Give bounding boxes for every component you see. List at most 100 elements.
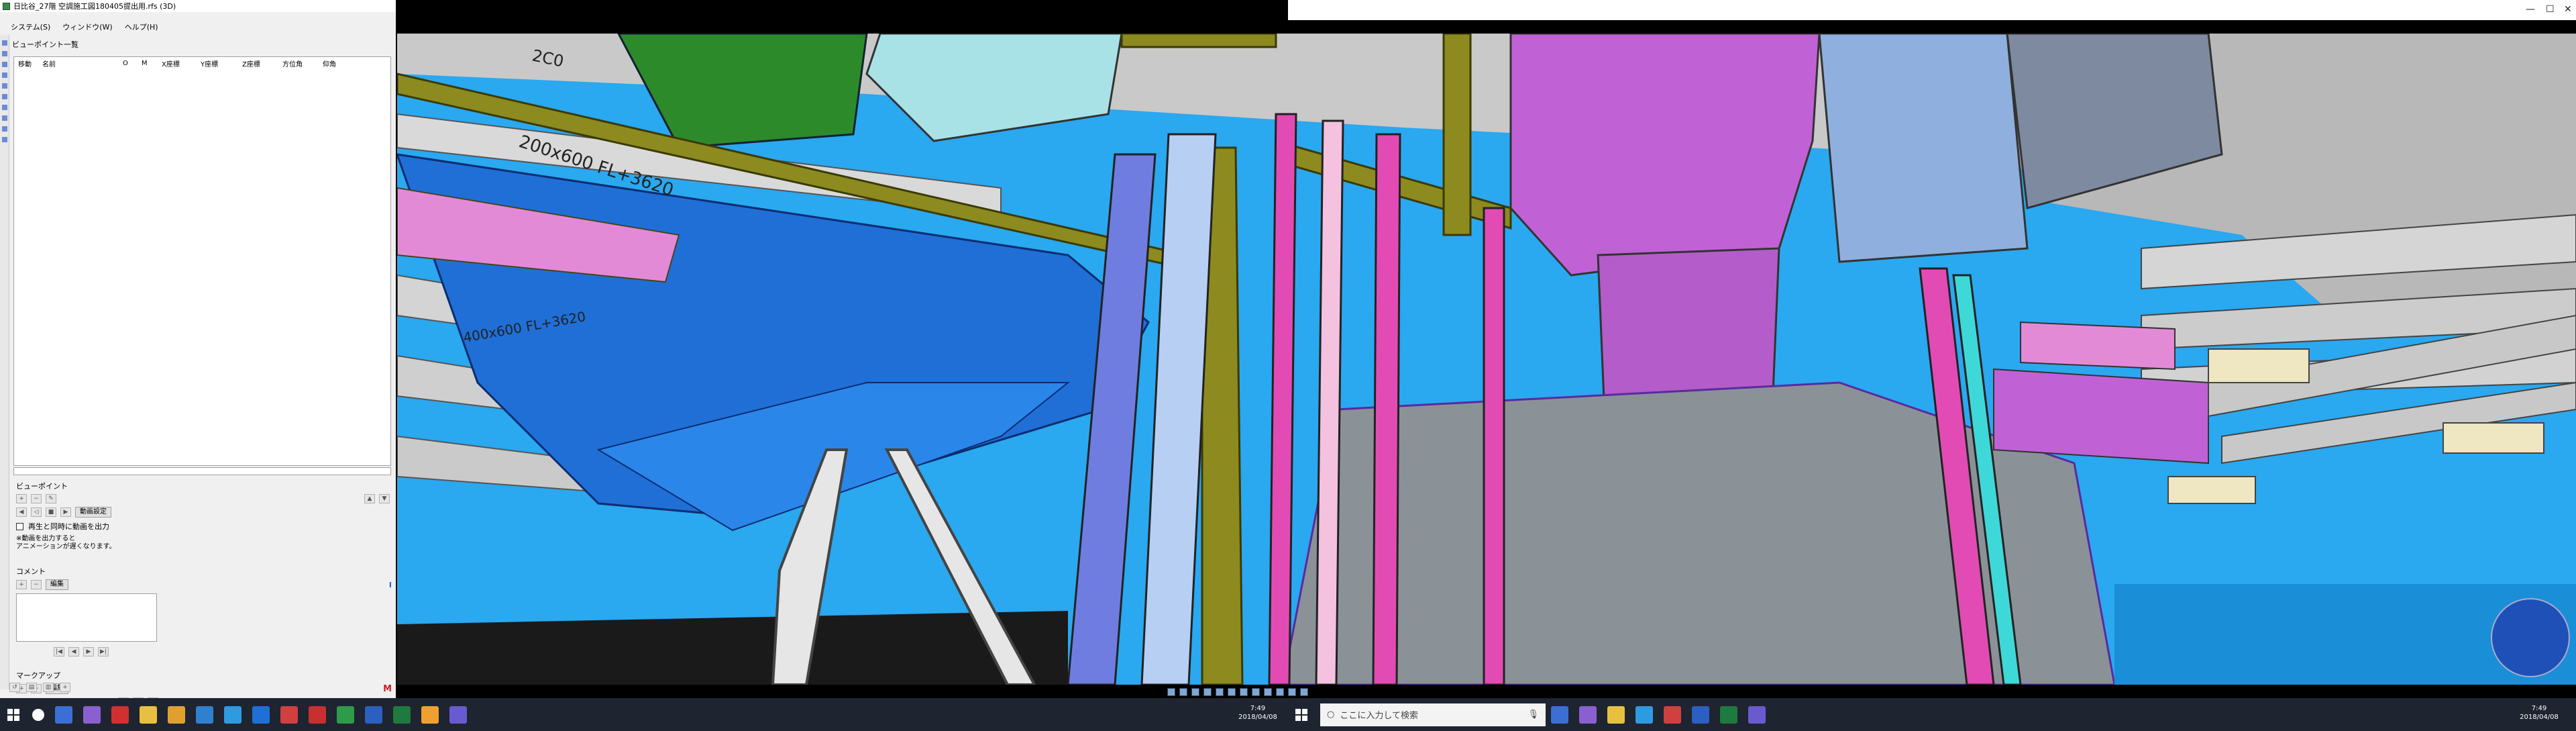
nav-icon[interactable] [1288,688,1296,696]
tool-icon[interactable] [1,40,7,46]
column-z[interactable]: Z座標 [242,58,282,68]
tool-a-icon[interactable]: ↺ [9,683,20,692]
tool-icon[interactable] [1,51,7,56]
taskbar-app-icon[interactable] [449,705,467,724]
clock-left[interactable]: 7:49 2018/04/08 [1234,704,1281,722]
tool-icon[interactable] [1,62,7,67]
column-x[interactable]: X座標 [162,58,201,68]
taskbar-app-icon[interactable] [1748,705,1766,724]
nav-icon[interactable] [1300,688,1308,696]
nav-icon[interactable] [1191,688,1199,696]
text-cursor-icon[interactable]: I [389,581,392,589]
play-back-icon[interactable]: ◁ [31,507,42,517]
minimize-icon[interactable]: — [2526,4,2535,15]
menu-bar: システム(S) ウィンドウ(W) ヘルプ(H) [0,20,396,34]
search-icon[interactable] [32,708,44,721]
tool-icon[interactable] [1,126,7,132]
start-button[interactable] [1288,701,1315,728]
taskbar-app-icon[interactable] [421,705,439,724]
excel-icon[interactable] [393,705,411,724]
taskbar-app-icon[interactable] [1579,705,1597,724]
windows-logo-icon [7,708,19,721]
add-viewpoint-button[interactable]: + [16,494,27,503]
browser-icon[interactable] [224,705,241,724]
comment-next-icon[interactable]: ▶ [83,647,94,656]
nav-icon[interactable] [1264,688,1272,696]
comment-textarea[interactable] [16,593,157,642]
column-y[interactable]: Y座標 [201,58,242,68]
nav-icon[interactable] [1228,688,1236,696]
folder-icon[interactable] [140,705,157,724]
play-icon[interactable]: ▶ [60,507,71,517]
taskbar-app-icon[interactable] [83,705,101,724]
comment-section-label: コメント [16,567,46,576]
column-azimuth[interactable]: 方位角 [282,58,323,68]
add-comment-button[interactable]: + [16,580,27,589]
taskbar-search-input[interactable]: ○ ここに入力して検索 🎙 [1320,703,1546,726]
tool-icon[interactable] [1,72,7,78]
column-name[interactable]: 名前 [42,58,123,68]
move-up-button[interactable]: ▲ [364,494,375,503]
edit-viewpoint-button[interactable]: ✎ [46,494,56,503]
taskbar-app-icon[interactable] [111,705,129,724]
edit-comment-button[interactable]: 編集 [46,579,68,590]
nav-icon[interactable] [1240,688,1248,696]
tool-icon[interactable] [1,83,7,89]
3d-scene: 200x600 FL+3620 400x600 FL+3620 2C0 [397,34,2576,685]
close-icon[interactable]: ✕ [2564,4,2572,15]
excel-icon[interactable] [1720,705,1737,724]
clock-right[interactable]: 7:49 2018/04/08 [2509,704,2569,722]
taskbar-app-icon[interactable] [252,705,270,724]
taskbar-app-icon[interactable] [1551,705,1568,724]
comment-prev-icon[interactable]: ◀ [68,647,79,656]
column-o[interactable]: O [123,60,142,67]
move-down-button[interactable]: ▼ [379,494,390,503]
3d-viewport[interactable]: 200x600 FL+3620 400x600 FL+3620 2C0 [397,34,2576,685]
browser-icon[interactable] [1635,705,1653,724]
folder-icon[interactable] [1607,705,1625,724]
nav-icon[interactable] [1203,688,1212,696]
tool-b-icon[interactable]: ▤ [26,683,37,692]
markup-icon[interactable]: M [383,684,392,694]
animation-settings-button[interactable]: 動画設定 [75,507,111,518]
tool-icon[interactable] [1,94,7,99]
tool-d-icon[interactable]: + [60,683,70,692]
word-icon[interactable] [1692,705,1709,724]
maximize-icon[interactable]: ☐ [2546,4,2555,15]
tool-icon[interactable] [1,115,7,121]
word-icon[interactable] [365,705,382,724]
remove-comment-button[interactable]: − [31,580,42,589]
taskbar-app-icon[interactable] [309,705,326,724]
taskbar-app-icon[interactable] [55,705,72,724]
menu-window[interactable]: ウィンドウ(W) [61,21,113,32]
menu-help[interactable]: ヘルプ(H) [123,21,160,32]
tool-icon[interactable] [1,137,7,142]
column-elevation[interactable]: 仰角 [323,58,350,68]
pdf-icon[interactable] [1664,705,1681,724]
viewpoint-list-heading: ビューポイント一覧 [12,40,78,49]
comment-last-icon[interactable]: ▶| [98,647,109,656]
taskbar-app-icon[interactable] [168,705,185,724]
column-m[interactable]: M [142,60,162,67]
tool-c-icon[interactable]: ▥ [43,683,54,692]
taskbar-app-icon[interactable] [337,705,354,724]
output-video-checkbox[interactable] [16,522,23,530]
column-move[interactable]: 移動 [18,58,42,68]
start-button[interactable] [0,701,27,728]
nav-icon[interactable] [1167,688,1175,696]
nav-icon[interactable] [1252,688,1260,696]
comment-first-icon[interactable]: |◀ [54,647,64,656]
nav-icon[interactable] [1179,688,1187,696]
nav-icon[interactable] [1216,688,1224,696]
remove-viewpoint-button[interactable]: − [31,494,42,503]
pdf-icon[interactable] [280,705,298,724]
horizontal-scrollbar[interactable] [13,467,391,475]
tool-icon[interactable] [1,105,7,110]
microphone-icon[interactable]: 🎙 [1527,710,1539,720]
prev-icon[interactable]: ◀ [16,507,27,517]
stop-icon[interactable]: ■ [46,507,56,517]
nav-icon[interactable] [1276,688,1284,696]
viewpoint-list[interactable]: 移動 名前 O M X座標 Y座標 Z座標 方位角 仰角 [13,56,391,466]
menu-system[interactable]: システム(S) [9,21,52,32]
mail-icon[interactable] [196,705,213,724]
